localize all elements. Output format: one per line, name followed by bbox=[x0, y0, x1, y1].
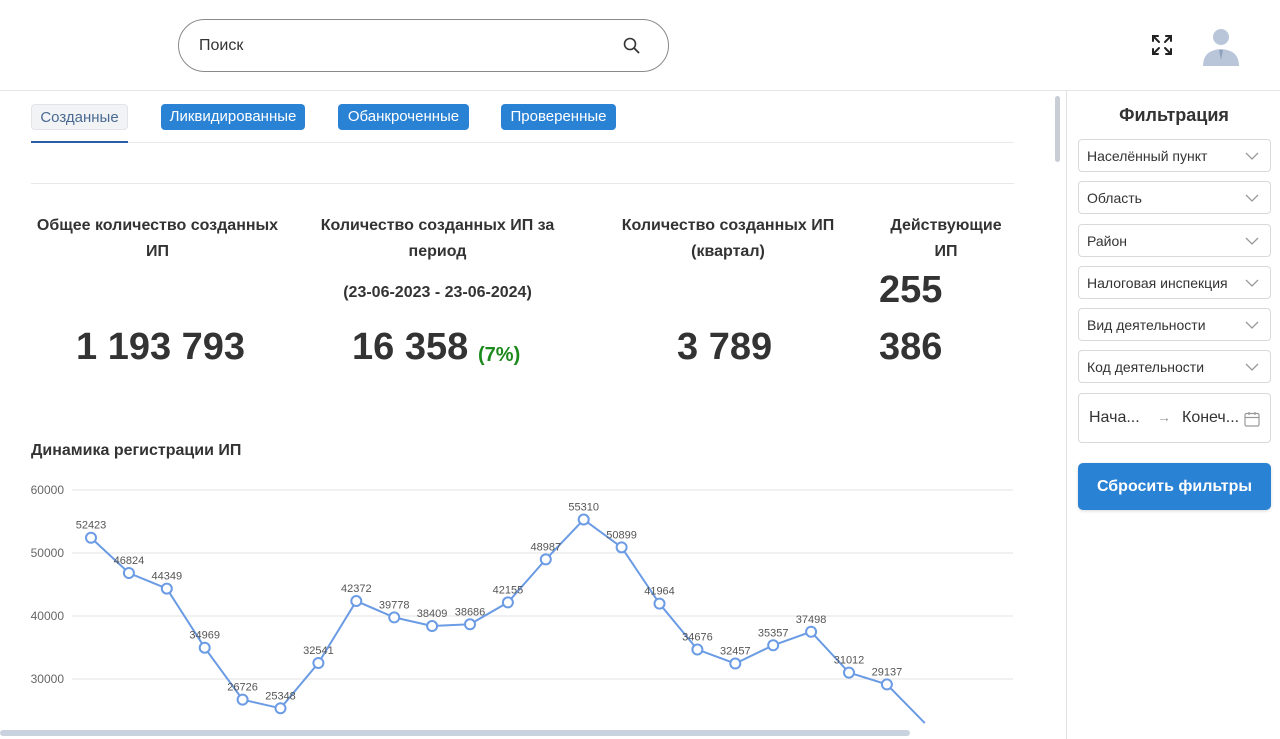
data-label: 34969 bbox=[189, 630, 220, 642]
date-range-picker[interactable]: Нача... → Конеч... bbox=[1078, 393, 1271, 443]
date-start-input[interactable]: Нача... bbox=[1089, 409, 1140, 427]
data-label: 37498 bbox=[796, 614, 827, 626]
data-label: 32541 bbox=[303, 645, 334, 657]
data-point[interactable] bbox=[691, 643, 704, 656]
select-label: Район bbox=[1087, 233, 1127, 249]
data-label: 34676 bbox=[682, 632, 713, 644]
data-label: 39778 bbox=[379, 599, 410, 611]
y-tick-label: 60000 bbox=[31, 483, 65, 497]
data-label: 31012 bbox=[834, 655, 865, 667]
data-label: 26726 bbox=[227, 682, 258, 694]
fullscreen-icon[interactable] bbox=[1150, 33, 1174, 57]
data-point[interactable] bbox=[805, 625, 818, 638]
select-label: Область bbox=[1087, 190, 1142, 206]
chevron-down-icon bbox=[1245, 279, 1259, 287]
date-end-input[interactable]: Конеч... bbox=[1182, 409, 1239, 427]
data-label: 38409 bbox=[417, 608, 448, 620]
search-icon[interactable] bbox=[622, 36, 642, 56]
main-content: Созданные Ликвидированные Обанкроченные … bbox=[0, 91, 1066, 739]
data-label: 50899 bbox=[606, 529, 637, 541]
data-label: 29137 bbox=[872, 666, 903, 678]
search-box[interactable] bbox=[178, 19, 669, 72]
data-label: 35357 bbox=[758, 627, 789, 639]
data-label: 44349 bbox=[152, 571, 183, 583]
y-tick-label: 40000 bbox=[31, 609, 65, 623]
data-point[interactable] bbox=[653, 597, 666, 610]
filter-district-select[interactable]: Район bbox=[1078, 224, 1271, 257]
horizontal-scrollbar[interactable] bbox=[0, 730, 910, 736]
filter-locality-select[interactable]: Населённый пункт bbox=[1078, 139, 1271, 172]
vertical-scrollbar[interactable] bbox=[1055, 96, 1060, 162]
calendar-icon[interactable] bbox=[1243, 410, 1261, 428]
data-point[interactable] bbox=[312, 656, 325, 669]
date-range-arrow: → bbox=[1157, 409, 1171, 425]
data-point[interactable] bbox=[615, 541, 628, 554]
select-label: Населённый пункт bbox=[1087, 148, 1208, 164]
data-label: 52423 bbox=[76, 520, 107, 532]
data-label: 42372 bbox=[341, 583, 372, 595]
data-point[interactable] bbox=[160, 582, 173, 595]
data-point[interactable] bbox=[350, 595, 363, 608]
data-point[interactable] bbox=[122, 567, 135, 580]
data-label: 48987 bbox=[531, 541, 562, 553]
data-point[interactable] bbox=[464, 618, 476, 631]
filter-activity-type-select[interactable]: Вид деятельности bbox=[1078, 308, 1271, 341]
data-label: 55310 bbox=[568, 502, 599, 514]
data-point[interactable] bbox=[198, 641, 211, 654]
data-point[interactable] bbox=[388, 611, 401, 624]
filter-region-select[interactable]: Область bbox=[1078, 181, 1271, 214]
data-point[interactable] bbox=[843, 666, 855, 679]
select-label: Код деятельности bbox=[1087, 359, 1205, 375]
data-point[interactable] bbox=[236, 693, 249, 706]
data-point[interactable] bbox=[880, 678, 893, 691]
data-label: 41964 bbox=[644, 586, 675, 598]
data-label: 42155 bbox=[493, 584, 524, 596]
data-point[interactable] bbox=[85, 531, 97, 544]
chevron-down-icon bbox=[1245, 363, 1259, 371]
filter-activity-code-select[interactable]: Код деятельности bbox=[1078, 350, 1271, 383]
line-chart: 30000 40000 50000 60000 52423 46824 44349 34969… bbox=[31, 483, 1013, 724]
y-tick-label: 50000 bbox=[31, 546, 65, 560]
data-point[interactable] bbox=[426, 620, 439, 633]
data-point[interactable] bbox=[767, 639, 780, 652]
data-point[interactable] bbox=[501, 596, 514, 609]
data-label: 25348 bbox=[265, 690, 296, 702]
data-point[interactable] bbox=[274, 702, 287, 715]
data-label: 46824 bbox=[114, 555, 145, 567]
filter-sidebar: Фильтрация Населённый пункт Область Райо… bbox=[1066, 91, 1280, 739]
select-label: Налоговая инспекция bbox=[1087, 275, 1228, 291]
data-label: 38686 bbox=[455, 606, 486, 618]
filter-tax-office-select[interactable]: Налоговая инспекция bbox=[1078, 266, 1271, 299]
select-label: Вид деятельности bbox=[1087, 317, 1206, 333]
chevron-down-icon bbox=[1245, 152, 1259, 160]
search-input[interactable] bbox=[199, 33, 599, 59]
data-point[interactable] bbox=[539, 553, 552, 566]
chevron-down-icon bbox=[1245, 194, 1259, 202]
y-tick-label: 30000 bbox=[31, 672, 65, 686]
chevron-down-icon bbox=[1245, 237, 1259, 245]
data-label: 32457 bbox=[720, 646, 751, 658]
reset-filters-button[interactable]: Сбросить фильтры bbox=[1078, 463, 1271, 510]
data-point[interactable] bbox=[577, 513, 590, 526]
filter-title: Фильтрация bbox=[1119, 105, 1229, 125]
user-avatar-icon[interactable] bbox=[1200, 24, 1242, 66]
data-point[interactable] bbox=[729, 657, 742, 670]
chevron-down-icon bbox=[1245, 321, 1259, 329]
top-header bbox=[0, 0, 1280, 91]
